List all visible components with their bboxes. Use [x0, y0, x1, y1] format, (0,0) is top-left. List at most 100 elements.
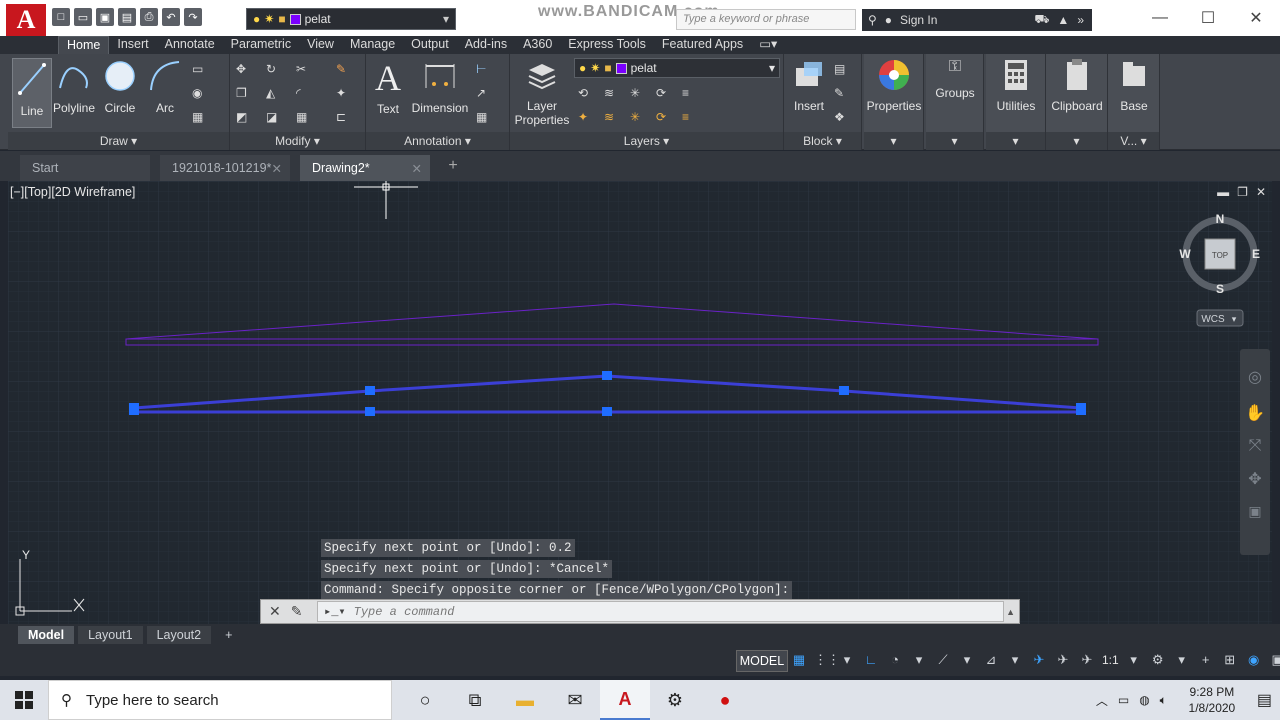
layer-tool-icon[interactable]: ✳ — [630, 86, 646, 102]
network-globe-icon[interactable]: ◍ — [1139, 693, 1149, 707]
tab-manage[interactable]: Manage — [342, 36, 403, 54]
volume-icon[interactable]: 🔈︎ — [1160, 693, 1167, 708]
drawing-viewport[interactable]: Y TOP N S E W WCS ▾ [−][Top][2D Wirefram… — [8, 181, 1272, 624]
layer-tool-icon[interactable]: ⟲ — [578, 86, 594, 102]
region-icon[interactable]: ▦ — [192, 110, 208, 126]
ribbon-options-icon[interactable]: ▭▾ — [751, 36, 785, 54]
scale-icon[interactable]: ◪ — [266, 110, 282, 126]
chevron-down-icon[interactable]: ▾ — [986, 132, 1045, 150]
taskbar-search[interactable]: ⚲ Type here to search — [48, 680, 392, 720]
erase-icon[interactable]: ✎ — [336, 62, 352, 78]
grip[interactable] — [602, 371, 612, 380]
grid-icon[interactable]: ▦ — [790, 651, 808, 669]
autocad-taskbar-icon[interactable]: A — [600, 680, 650, 720]
restore-icon[interactable]: ❐ — [1237, 185, 1248, 199]
isolate-objects-icon[interactable]: ◉ — [1245, 651, 1263, 669]
layer-tool-icon[interactable]: ⟳ — [656, 110, 672, 126]
layer-tool-icon[interactable]: ≋ — [604, 110, 620, 126]
rectangle-icon[interactable]: ▭ — [192, 62, 208, 78]
viewcube-top-face[interactable]: TOP — [1212, 251, 1228, 260]
layer-tool-icon[interactable]: ⟳ — [656, 86, 672, 102]
tab-add-ins[interactable]: Add-ins — [457, 36, 515, 54]
arc-button[interactable]: Arc — [146, 58, 184, 115]
battery-icon[interactable]: ▭ — [1118, 693, 1129, 707]
orbit-icon[interactable]: ✥ — [1240, 469, 1270, 489]
wcs-menu[interactable]: WCS ▾ — [1196, 309, 1244, 327]
help-icon[interactable]: » — [1077, 13, 1084, 27]
block-panel-title[interactable]: Block ▾ — [784, 132, 861, 150]
binoculars-icon[interactable]: ⚲ — [868, 13, 877, 27]
annotation-scale-icon[interactable]: ✈ — [1078, 651, 1096, 669]
tab-parametric[interactable]: Parametric — [223, 36, 299, 54]
ortho-icon[interactable]: ∟ — [862, 651, 880, 669]
mirror-icon[interactable]: ◭ — [266, 86, 282, 102]
compass-south[interactable]: S — [1216, 282, 1224, 296]
annotation-scale-auto-icon[interactable]: ✈ — [1054, 651, 1072, 669]
maximize-icon[interactable]: ☐ — [1184, 0, 1232, 36]
chevron-down-icon[interactable]: ▾ — [1125, 651, 1143, 669]
tab-layout2[interactable]: Layout2 — [146, 626, 212, 644]
tab-home[interactable]: Home — [58, 36, 110, 54]
chevron-down-icon[interactable]: ▾ — [1006, 651, 1024, 669]
tab-insert[interactable]: Insert — [109, 36, 156, 54]
clipboard-button[interactable]: Clipboard — [1048, 58, 1106, 113]
draw-panel-title[interactable]: Draw ▾ — [8, 132, 229, 150]
insert-button[interactable]: Insert — [788, 58, 830, 113]
hatch-icon[interactable]: ◉ — [192, 86, 208, 102]
osnap-icon[interactable]: ⊿ — [982, 651, 1000, 669]
wrench-icon[interactable]: ✎ — [291, 603, 303, 620]
fullscreen-icon[interactable]: ▣ — [1269, 651, 1280, 669]
layers-panel-title[interactable]: Layers ▾ — [510, 132, 783, 150]
groups-button[interactable]: ⚿ Groups — [928, 58, 982, 100]
create-block-icon[interactable]: ▤ — [834, 62, 850, 78]
chevron-down-icon[interactable]: ▾ — [1046, 132, 1107, 150]
save-icon[interactable]: ▣ — [96, 8, 114, 26]
undo-icon[interactable]: ↶ — [162, 8, 180, 26]
attribute-icon[interactable]: ❖ — [834, 110, 850, 126]
chevron-down-icon[interactable]: ▾ — [864, 132, 923, 150]
cart-icon[interactable]: ⛟ — [1034, 12, 1049, 28]
properties-button[interactable]: Properties — [866, 58, 922, 113]
help-search-input[interactable]: Type a keyword or phrase — [676, 9, 856, 30]
chevron-down-icon[interactable]: ▾ — [1173, 651, 1191, 669]
open-folder-icon[interactable]: ▭ — [74, 8, 92, 26]
close-icon[interactable]: ✕ — [272, 161, 282, 176]
edit-block-icon[interactable]: ✎ — [834, 86, 850, 102]
zoom-extents-icon[interactable]: ⤧ — [1240, 437, 1270, 455]
table-icon[interactable]: ▦ — [476, 110, 492, 126]
explode-icon[interactable]: ✦ — [336, 86, 352, 102]
rotate-icon[interactable]: ↻ — [266, 62, 282, 78]
grip[interactable] — [602, 407, 612, 416]
start-button[interactable] — [0, 680, 48, 720]
save-as-icon[interactable]: ▤ — [118, 8, 136, 26]
fillet-icon[interactable]: ◜ — [296, 86, 312, 102]
tab-view[interactable]: View — [299, 36, 342, 54]
base-button[interactable]: Base — [1110, 58, 1158, 113]
tab-express-tools[interactable]: Express Tools — [560, 36, 654, 54]
close-icon[interactable]: ✕ — [1256, 185, 1266, 199]
tab-output[interactable]: Output — [403, 36, 457, 54]
move-icon[interactable]: ✥ — [236, 62, 252, 78]
polar-icon[interactable]: ◔ — [886, 651, 904, 669]
command-input[interactable]: ▸_▾ Type a command — [317, 601, 1005, 622]
text-button[interactable]: A Text — [370, 58, 406, 116]
compass-east[interactable]: E — [1252, 247, 1260, 261]
modify-panel-title[interactable]: Modify ▾ — [230, 132, 365, 150]
clock[interactable]: 9:28 PM 1/8/2020 — [1177, 684, 1247, 716]
grip[interactable] — [129, 403, 139, 415]
polyline-button[interactable]: Polyline — [52, 58, 96, 115]
model-space-button[interactable]: MODEL — [736, 650, 788, 672]
snap-icon[interactable]: ⋮⋮ — [814, 651, 840, 669]
layer-tool-icon[interactable]: ✳ — [630, 110, 646, 126]
annotation-scale-value[interactable]: 1:1 — [1102, 653, 1119, 667]
chevron-up-icon[interactable]: ▲ — [1006, 607, 1015, 617]
settings-gear-icon[interactable]: ⚙ — [650, 680, 700, 720]
notification-icon[interactable]: ▤ — [1257, 690, 1272, 710]
linear-dim-icon[interactable]: ⊢ — [476, 62, 492, 78]
annotation-panel-title[interactable]: Annotation ▾ — [366, 132, 509, 150]
layer-tool-icon[interactable]: ≡ — [682, 110, 698, 126]
plus-icon[interactable]: + — [1197, 651, 1215, 669]
units-icon[interactable]: ⊞ — [1221, 651, 1239, 669]
minimize-icon[interactable]: — — [1136, 0, 1184, 36]
isodraft-icon[interactable]: ⟋ — [934, 651, 952, 669]
